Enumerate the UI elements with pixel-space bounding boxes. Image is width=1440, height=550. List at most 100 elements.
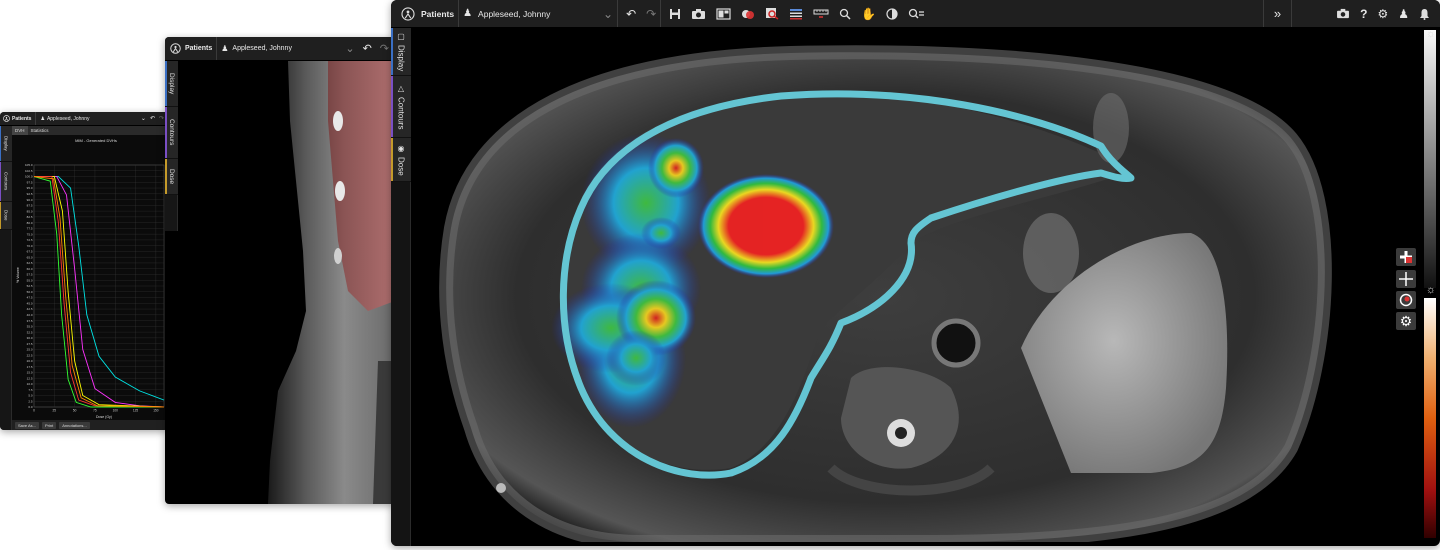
tab-dose-label: Dose [3,210,9,221]
tab-display[interactable]: Display [165,61,178,107]
crosshair-tool[interactable] [1396,270,1416,288]
y-tick-label: 32.5 [27,330,33,334]
dvh-chart-svg: MIM - Generated DVHs % Volume Dose (Gy) … [16,138,165,419]
magnifier-icon[interactable] [839,8,851,20]
x-tick-label: 125 [133,409,139,413]
camera-icon[interactable] [691,8,706,20]
y-tick-label: 82.5 [27,215,33,219]
x-tick-label: 0 [33,409,35,413]
y-tick-label: 2.5 [28,399,33,403]
y-tick-label: 42.5 [27,307,33,311]
tab-contours[interactable]: Contours [165,107,178,159]
dose-icon: ◉ [396,143,406,153]
y-tick-label: 100.0 [25,175,33,179]
person-icon: ♟ [221,44,229,53]
y-tick-label: 75.0 [27,232,33,236]
window-level-bar[interactable] [1424,30,1436,288]
redo-icon[interactable]: ↷ [159,115,164,122]
dose-color-bar[interactable] [1424,298,1436,538]
dose-tool[interactable] [1396,291,1416,309]
table-icon[interactable] [789,8,803,20]
tab-dose[interactable]: Dose [0,202,12,230]
save-as-button[interactable]: Save As... [15,421,40,429]
y-tick-label: 30.0 [27,336,33,340]
redo-icon[interactable]: ↷ [380,42,389,55]
y-tick-label: 22.5 [27,353,33,357]
y-tick-label: 47.5 [27,296,33,300]
redo-icon[interactable]: ↷ [646,7,656,21]
tab-contours[interactable]: Contours [0,162,12,202]
dose-level-icon[interactable]: ☼ [1426,284,1436,296]
patients-button[interactable]: Patients [421,9,454,19]
fusion-icon[interactable] [741,8,755,20]
y-tick-label: 80.0 [27,221,33,225]
tab-display[interactable]: Display [0,126,12,162]
expand-toolbar-icon[interactable]: » [1268,6,1287,21]
dropdown-icon[interactable]: ⌄ [603,7,613,21]
tab-dose[interactable]: ◉ Dose [391,138,411,182]
dropdown-icon[interactable]: ⌄ [345,42,354,55]
person-icon: ♟ [463,8,473,19]
axial-view[interactable] [411,28,1422,542]
settings-icon[interactable]: ⚙ [1377,7,1388,21]
y-tick-label: 52.5 [27,284,33,288]
sagittal-toolbar: Patients ♟ Appleseed, Johnny ⌄ ↶ ↷ [165,37,395,61]
patients-icon[interactable] [401,6,415,21]
undo-icon[interactable]: ↶ [150,115,155,122]
contrast-icon[interactable] [886,7,898,20]
undo-icon[interactable]: ↶ [626,7,636,21]
tab-statistics[interactable]: Statistics [28,128,52,133]
y-tick-label: 72.5 [27,238,33,242]
dvh-toolbar: Patients ♟ Appleseed, Johnny ⌄ ↶ ↷ [0,112,168,126]
tab-dose-label: Dose [396,156,406,176]
tab-dose-label: Dose [168,168,175,185]
query-icon[interactable] [908,8,926,20]
y-tick-label: 35.0 [27,325,33,329]
notifications-icon[interactable] [1419,8,1430,20]
patients-button[interactable]: Patients [185,45,212,52]
tab-contours[interactable]: △ Contours [391,76,411,138]
y-tick-label: 55.0 [27,278,33,282]
print-button[interactable]: Print [42,421,57,429]
help-icon[interactable]: ? [1360,7,1367,21]
y-tick-label: 77.5 [27,227,33,231]
save-icon[interactable] [669,8,681,20]
display-icon: ▢ [396,31,406,41]
user-icon[interactable]: ♟ [1398,7,1409,21]
dvh-chart: MIM - Generated DVHs % Volume Dose (Gy) … [12,135,168,420]
ruler-icon[interactable] [813,8,829,20]
axial-mri-image [439,45,1332,542]
chart-title: MIM - Generated DVHs [75,138,117,143]
patients-icon[interactable] [3,115,10,122]
y-tick-label: 65.0 [27,255,33,259]
tab-contours-label: Contours [3,172,9,191]
layout-icon[interactable] [716,7,731,20]
x-tick-label: 75 [93,409,97,413]
y-tick-label: 92.5 [27,192,33,196]
sagittal-view[interactable] [178,61,395,504]
window-level-icon[interactable]: ☼ [1426,28,1436,40]
tab-dose[interactable]: Dose [165,159,178,195]
y-tick-label: 40.0 [27,313,33,317]
person-icon: ♟ [40,115,45,122]
y-tick-label: 85.0 [27,209,33,213]
patients-button[interactable]: Patients [12,116,31,122]
y-tick-label: 25.0 [27,348,33,352]
view-settings-tool[interactable]: ⚙ [1396,312,1416,330]
annotations-button[interactable]: Annotations... [59,421,90,429]
y-tick-label: 57.5 [27,273,33,277]
axial-window: Patients ♟ Appleseed, Johnny ⌄ ↶ ↷ ✋ » ?… [391,0,1440,546]
snapshot-icon[interactable] [1336,8,1350,19]
chart-x-label: Dose (Gy) [96,415,112,419]
add-contour-tool[interactable] [1396,248,1416,266]
patient-name: Appleseed, Johnny [46,115,90,122]
zoom-region-icon[interactable] [765,7,779,20]
tab-display[interactable]: ▢ Display [391,28,411,76]
dropdown-icon[interactable]: ⌄ [141,115,146,122]
patients-icon[interactable] [170,43,181,54]
tab-dvh[interactable]: DVH [12,126,28,135]
chart-y-label: % Volume [16,267,20,283]
undo-icon[interactable]: ↶ [363,42,372,55]
x-tick-label: 50 [73,409,77,413]
pan-hand-icon[interactable]: ✋ [861,7,876,21]
